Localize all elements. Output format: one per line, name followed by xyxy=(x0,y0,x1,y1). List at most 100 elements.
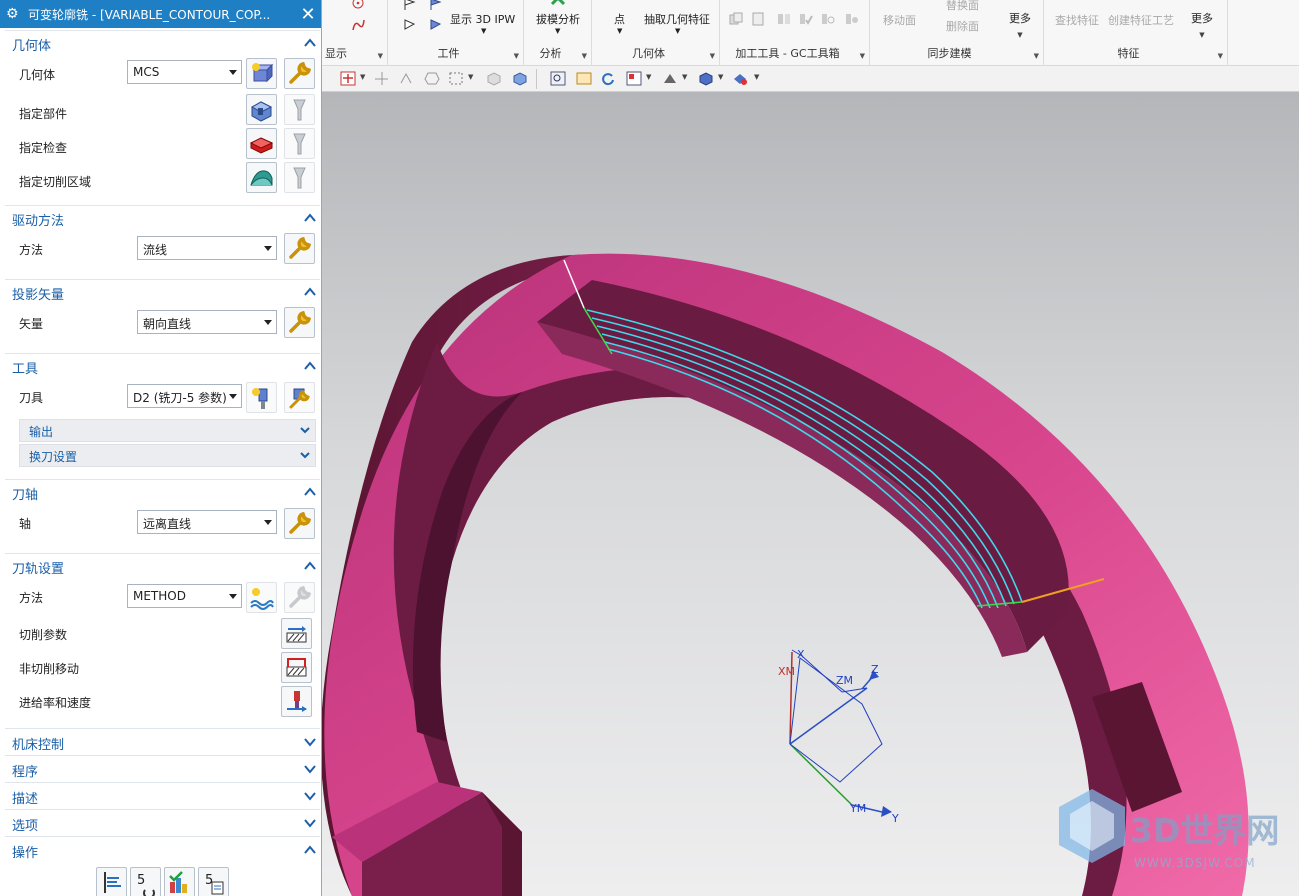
dialog-title-bar[interactable]: ⚙ 可变轮廓铣 - [VARIABLE_CONTOUR_COP... ✕ xyxy=(0,0,321,28)
tool-change-subsection[interactable]: 换刀设置 xyxy=(19,444,316,467)
chevron-up-icon[interactable] xyxy=(303,36,317,50)
chevron-up-icon[interactable] xyxy=(303,359,317,373)
point-button[interactable]: 点 xyxy=(614,11,625,27)
curve-icon[interactable] xyxy=(350,18,366,32)
edit-projection-vector-button[interactable] xyxy=(284,307,315,338)
graphics-viewport[interactable]: XM X ZM Z YM Y 3D世界网 WWW.3DSJW.COM xyxy=(322,92,1299,896)
pan-icon[interactable] xyxy=(398,71,414,86)
machine-control-section[interactable]: 机床控制 xyxy=(5,728,320,754)
display-cut-area-button[interactable] xyxy=(284,162,315,193)
edit-drive-method-button[interactable] xyxy=(284,233,315,264)
copy-icon[interactable] xyxy=(728,12,744,26)
tool-grid-icon[interactable] xyxy=(776,12,792,26)
path-method-select[interactable]: METHOD xyxy=(127,584,242,608)
actions-section-header[interactable]: 操作 xyxy=(12,842,38,862)
extract-geometry-button[interactable]: 抽取几何特征 xyxy=(644,11,710,27)
edit-geometry-button[interactable] xyxy=(284,58,315,89)
geometry-section-header[interactable]: 几何体 xyxy=(12,35,51,55)
list-button[interactable]: 5 xyxy=(198,867,229,896)
tool-axis-section-header[interactable]: 刀轴 xyxy=(12,484,38,504)
visibility-icon[interactable] xyxy=(732,71,748,86)
show-3d-ipw-dropdown[interactable]: ▼ xyxy=(481,27,486,35)
find-feature-button[interactable]: 查找特征 xyxy=(1055,12,1099,28)
replace-face-button[interactable]: 替换面 xyxy=(946,0,979,13)
snap-point-dropdown[interactable]: ▼ xyxy=(360,73,365,81)
workpiece-group-dropdown[interactable]: ▼ xyxy=(514,52,519,60)
part-model[interactable]: XM X ZM Z YM Y 3D世界网 WWW.3DSJW.COM xyxy=(322,92,1299,896)
projection-vector-select[interactable]: 朝向直线 xyxy=(137,310,277,334)
tool-axis-select[interactable]: 远离直线 xyxy=(137,510,277,534)
delete-face-button[interactable]: 删除面 xyxy=(946,18,979,34)
specify-cut-area-button[interactable] xyxy=(246,162,277,193)
visibility-dropdown[interactable]: ▼ xyxy=(754,73,759,81)
flag-icon[interactable] xyxy=(402,0,418,11)
chevron-up-icon[interactable] xyxy=(303,285,317,299)
replay-button[interactable]: 5 xyxy=(130,867,161,896)
display-part-button[interactable] xyxy=(284,94,315,125)
non-cut-moves-button[interactable] xyxy=(281,652,312,683)
output-subsection[interactable]: 输出 xyxy=(19,419,316,442)
sync-modeling-group-dropdown[interactable]: ▼ xyxy=(1034,52,1039,60)
program-section[interactable]: 程序 xyxy=(5,755,320,781)
features-more-button[interactable]: 更多 ▼ xyxy=(1184,10,1220,39)
layout-dropdown[interactable]: ▼ xyxy=(646,73,651,81)
projection-vector-section-header[interactable]: 投影矢量 xyxy=(12,284,64,304)
render-style-icon[interactable] xyxy=(662,71,678,86)
zoom-icon[interactable] xyxy=(550,71,566,86)
path-settings-section-header[interactable]: 刀轨设置 xyxy=(12,558,64,578)
options-section[interactable]: 选项 xyxy=(5,809,320,835)
new-method-button[interactable] xyxy=(246,582,277,613)
machining-tools-group-dropdown[interactable]: ▼ xyxy=(860,52,865,60)
chevron-up-icon[interactable] xyxy=(303,211,317,225)
box-select-dropdown[interactable]: ▼ xyxy=(468,73,473,81)
render-style-dropdown[interactable]: ▼ xyxy=(682,73,687,81)
draft-analysis-dropdown[interactable]: ▼ xyxy=(555,27,560,35)
show-group-dropdown[interactable]: ▼ xyxy=(378,52,383,60)
hexagon-icon[interactable] xyxy=(424,71,440,86)
sync-more-button[interactable]: 更多 ▼ xyxy=(1002,10,1038,39)
shaded-cube-dropdown[interactable]: ▼ xyxy=(718,73,723,81)
tool-select[interactable]: D2 (铣刀-5 参数) xyxy=(127,384,242,408)
specify-part-button[interactable] xyxy=(246,94,277,125)
chevron-up-icon[interactable] xyxy=(303,559,317,573)
point-dropdown[interactable]: ▼ xyxy=(617,27,622,35)
circle-point-icon[interactable] xyxy=(350,0,366,10)
document-icon[interactable] xyxy=(750,12,766,26)
drive-method-section-header[interactable]: 驱动方法 xyxy=(12,210,64,230)
draft-analysis-button[interactable]: 拔模分析 xyxy=(536,11,580,27)
new-geometry-button[interactable] xyxy=(246,58,277,89)
analysis-group-dropdown[interactable]: ▼ xyxy=(582,52,587,60)
move-icon[interactable] xyxy=(374,71,390,86)
edit-tool-axis-button[interactable] xyxy=(284,508,315,539)
tool-check-icon[interactable] xyxy=(798,12,814,26)
geometry-select[interactable]: MCS xyxy=(127,60,242,84)
flag-blue-icon[interactable] xyxy=(428,0,444,11)
move-face-button[interactable]: 移动面 xyxy=(883,12,916,28)
play-flag-icon[interactable] xyxy=(402,17,418,31)
generate-button[interactable] xyxy=(96,867,127,896)
create-feature-process-button[interactable]: 创建特征工艺 xyxy=(1108,12,1174,28)
specify-check-button[interactable] xyxy=(246,128,277,159)
box-select-icon[interactable] xyxy=(448,71,464,86)
extract-geometry-dropdown[interactable]: ▼ xyxy=(675,27,680,35)
close-icon[interactable]: ✕ xyxy=(295,0,321,28)
chevron-up-icon[interactable] xyxy=(303,843,317,857)
layout-icon[interactable] xyxy=(626,71,642,86)
play-flag-blue-icon[interactable] xyxy=(428,17,444,31)
verify-button[interactable] xyxy=(164,867,195,896)
description-section[interactable]: 描述 xyxy=(5,782,320,808)
geometry-group-dropdown[interactable]: ▼ xyxy=(710,52,715,60)
edit-tool-button[interactable] xyxy=(284,382,315,413)
tool-settings-icon[interactable] xyxy=(844,12,860,26)
tool-section-header[interactable]: 工具 xyxy=(12,358,38,378)
show-3d-ipw-button[interactable]: 显示 3D IPW xyxy=(450,11,515,27)
tool-search-icon[interactable] xyxy=(820,12,836,26)
view-image-icon[interactable] xyxy=(576,71,592,86)
edit-method-button[interactable] xyxy=(284,582,315,613)
new-tool-button[interactable] xyxy=(246,382,277,413)
cube-blue-icon[interactable] xyxy=(512,71,528,86)
draft-analysis-icon[interactable] xyxy=(550,0,566,8)
display-check-button[interactable] xyxy=(284,128,315,159)
cube-gray-icon[interactable] xyxy=(486,71,502,86)
features-group-dropdown[interactable]: ▼ xyxy=(1218,52,1223,60)
